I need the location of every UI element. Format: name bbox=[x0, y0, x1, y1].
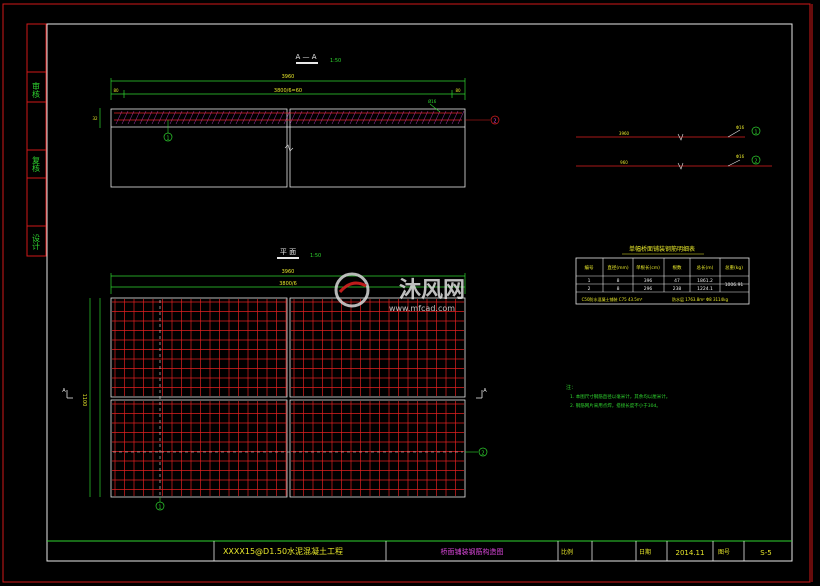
rebar-table-header-2: 单根长(cm) bbox=[636, 264, 660, 271]
section-aa-title: A — A bbox=[295, 53, 316, 61]
title-block-scale-label: 比例 bbox=[561, 548, 573, 556]
rebar-table-header-0: 编号 bbox=[585, 264, 594, 271]
title-block-date-label: 日期 bbox=[639, 548, 651, 556]
title-block-project: XXXX15@D1.50水泥混凝土工程 bbox=[223, 546, 343, 556]
legend-bubble-1: 1 bbox=[754, 130, 757, 136]
section-aa-overall-dim: 3960 bbox=[282, 74, 295, 80]
rebar-table-cell: 47 bbox=[674, 278, 680, 284]
rebar-table-header-5: 总重(kg) bbox=[725, 264, 743, 271]
signoff-review-label: 审核 bbox=[32, 81, 41, 99]
plan-view-overall-dim: 3960 bbox=[282, 269, 295, 275]
watermark-brand: 沐风网 bbox=[399, 278, 465, 303]
notes-line-1: 1. 本图尺寸钢筋直径以毫米计，其余均以厘米计。 bbox=[570, 393, 670, 400]
title-block: XXXX15@D1.50水泥混凝土工程 桥面铺装钢筋构造图 比例 日期 2014… bbox=[47, 540, 792, 561]
title-block-number-label: 图号 bbox=[718, 549, 730, 556]
rebar-table-cell: 1224.1 bbox=[697, 286, 713, 292]
section-aa-bubble-1: 1 bbox=[166, 136, 169, 142]
legend-bar-2-dia: Φ16 bbox=[736, 154, 745, 159]
rebar-table-cell: 396 bbox=[644, 278, 653, 284]
rebar-table-cell: 1861.2 bbox=[697, 278, 713, 284]
title-block-number-value: S-5 bbox=[760, 549, 771, 557]
plan-view-sub-dim: 3800/6 bbox=[279, 281, 297, 287]
title-block-date-value: 2014.11 bbox=[676, 549, 705, 557]
plan-view-bubble-2: 2 bbox=[481, 451, 484, 457]
plan-view-bubble-1: 1 bbox=[158, 505, 161, 511]
rebar-table-cell: 1 bbox=[588, 278, 591, 284]
rebar-table-footer-0: C50防水混凝土铺装 C75 43.5m³ bbox=[582, 296, 643, 302]
section-aa-right-end-dim: 80 bbox=[455, 88, 461, 93]
plan-view-title: 平 面 bbox=[280, 248, 296, 256]
legend-bar-1-length: 3960 bbox=[619, 131, 630, 136]
section-aa-callout: Ø16 bbox=[428, 99, 437, 104]
section-aa-sub-dim: 3800/6=60 bbox=[274, 88, 302, 94]
title-block-drawing-name: 桥面铺装钢筋构造图 bbox=[441, 547, 504, 556]
plan-view-scale: 1:50 bbox=[310, 253, 321, 259]
signoff-design-label: 设计 bbox=[32, 233, 41, 251]
rebar-table-cell: 1006.91 bbox=[725, 282, 744, 288]
rebar-table-cell: 8 bbox=[617, 286, 620, 292]
section-aa-height-dim: 32 bbox=[92, 116, 98, 121]
plan-view-rebar-grid bbox=[112, 299, 464, 496]
plan-view-section-mark-left: A bbox=[62, 388, 66, 394]
rebar-table-cell: 2 bbox=[588, 286, 591, 292]
signoff-check-label: 复核 bbox=[32, 155, 41, 173]
rebar-table-footer-1: 防水层 1763.8m² Φ8 3114kg bbox=[672, 296, 728, 302]
signoff-strip: 审核 复核 设计 bbox=[26, 23, 47, 257]
rebar-table-title: 单幅桥面铺装钢筋明细表 bbox=[629, 245, 695, 253]
legend-bar-1-dia: Φ16 bbox=[736, 125, 745, 130]
legend-bar-2-length: 960 bbox=[620, 160, 628, 165]
rebar-table-header-4: 总长(m) bbox=[697, 264, 714, 271]
notes-line-2: 2. 钢筋网片采用点焊，搭接长度不小于30d。 bbox=[570, 402, 661, 409]
notes-heading: 注： bbox=[566, 384, 576, 391]
rebar-table: 单幅桥面铺装钢筋明细表 编号 直径(mm) 单根长(cm) 根数 总长(m) 总… bbox=[575, 245, 750, 305]
watermark: 沐风网 www.mfcad.com bbox=[334, 272, 465, 313]
watermark-url: www.mfcad.com bbox=[389, 304, 455, 313]
rebar-table-header-1: 直径(mm) bbox=[607, 264, 629, 271]
section-aa-bubble-2: 2 bbox=[493, 119, 496, 125]
rebar-table-cell: 238 bbox=[673, 286, 682, 292]
bar-detail-legend: 1 3960 Φ16 2 960 Φ16 bbox=[576, 125, 772, 170]
rebar-table-cell: 8 bbox=[617, 278, 620, 284]
notes-block: 注： 1. 本图尺寸钢筋直径以毫米计，其余均以厘米计。 2. 钢筋网片采用点焊，… bbox=[566, 384, 670, 409]
drawing-canvas: 审核 复核 设计 A — A 1:50 3960 3800/6=60 80 80… bbox=[2, 3, 813, 583]
section-aa-scale: 1:50 bbox=[330, 58, 341, 64]
section-aa-left-end-dim: 80 bbox=[113, 88, 119, 93]
legend-bubble-2: 2 bbox=[754, 159, 757, 165]
rebar-table-cell: 296 bbox=[644, 286, 653, 292]
rebar-table-header-3: 根数 bbox=[673, 264, 682, 271]
section-aa: A — A 1:50 3960 3800/6=60 80 80 32 1 2 Ø… bbox=[92, 53, 500, 188]
plan-view-section-mark-right: A bbox=[483, 388, 487, 394]
plan-view-left-dim: 1100 bbox=[81, 394, 87, 407]
